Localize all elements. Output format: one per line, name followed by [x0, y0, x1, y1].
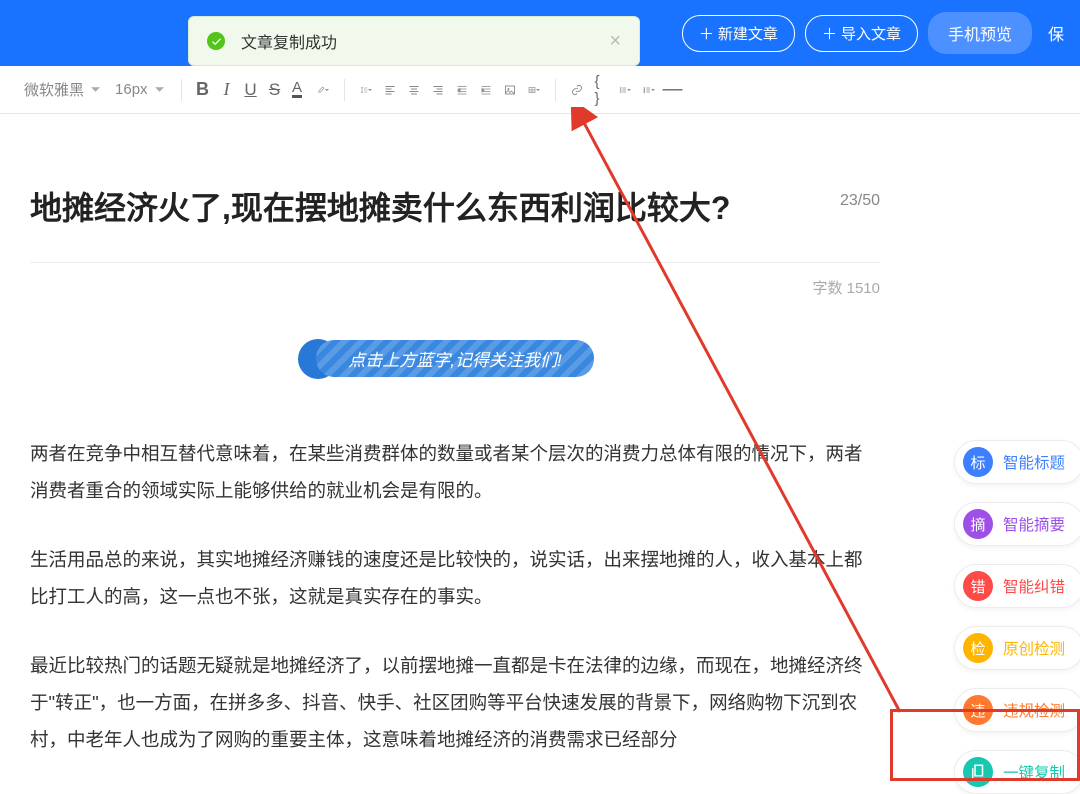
image-icon[interactable] — [499, 79, 521, 101]
check-tag-icon: 检 — [963, 633, 993, 663]
unordered-list-icon[interactable] — [614, 79, 636, 101]
smart-correct-button[interactable]: 错智能纠错 — [954, 564, 1080, 608]
line-height-icon[interactable] — [355, 79, 377, 101]
font-family-select[interactable]: 微软雅黑 — [18, 79, 107, 100]
code-icon[interactable]: { } — [590, 79, 612, 101]
table-icon[interactable] — [523, 79, 545, 101]
font-size-select[interactable]: 16px — [109, 81, 171, 98]
title-tag-icon: 标 — [963, 447, 993, 477]
align-left-icon[interactable] — [379, 79, 401, 101]
save-button[interactable]: 保 — [1042, 12, 1070, 54]
editor-canvas[interactable]: 地摊经济火了,现在摆地摊卖什么东西利润比较大? 23/50 字数 1510 点击… — [0, 114, 1080, 758]
ordered-list-icon[interactable]: 123 — [638, 79, 660, 101]
plus-icon: ＋ — [699, 23, 714, 44]
correct-tag-icon: 错 — [963, 571, 993, 601]
toast-message: 文章复制成功 — [241, 29, 337, 53]
align-center-icon[interactable] — [403, 79, 425, 101]
plus-icon: ＋ — [822, 23, 837, 44]
smart-summary-button[interactable]: 摘智能摘要 — [954, 502, 1080, 546]
paragraph[interactable]: 最近比较热门的话题无疑就是地摊经济了，以前摆地摊一直都是卡在法律的边缘，而现在，… — [30, 647, 880, 758]
success-toast: 文章复制成功 × — [188, 16, 640, 66]
paragraph[interactable]: 生活用品总的来说，其实地摊经济赚钱的速度还是比较快的，说实话，出来摆地摊的人，收… — [30, 541, 880, 615]
paragraph[interactable]: 两者在竞争中相互替代意味着，在某些消费群体的数量或者某个层次的消费力总体有限的情… — [30, 435, 880, 509]
link-icon[interactable] — [566, 79, 588, 101]
new-article-button[interactable]: ＋新建文章 — [682, 15, 795, 52]
svg-text:3: 3 — [643, 92, 645, 94]
mobile-preview-button[interactable]: 手机预览 — [928, 12, 1032, 54]
font-color-icon[interactable]: A — [288, 79, 310, 101]
align-right-icon[interactable] — [427, 79, 449, 101]
indent-increase-icon[interactable] — [475, 79, 497, 101]
success-icon — [207, 32, 225, 50]
banner-text: 点击上方蓝字,记得关注我们! — [316, 340, 593, 377]
highlight-icon[interactable] — [312, 79, 334, 101]
annotation-highlight-box — [890, 709, 1080, 781]
horizontal-rule-icon[interactable]: — — [662, 79, 684, 101]
import-article-button[interactable]: ＋导入文章 — [805, 15, 918, 52]
underline-icon[interactable]: U — [240, 79, 262, 101]
title-char-count: 23/50 — [840, 184, 880, 210]
bold-icon[interactable]: B — [192, 79, 214, 101]
word-count: 字数 1510 — [30, 277, 880, 298]
article-title[interactable]: 地摊经济火了,现在摆地摊卖什么东西利润比较大? — [30, 184, 810, 232]
original-check-button[interactable]: 检原创检测 — [954, 626, 1080, 670]
summary-tag-icon: 摘 — [963, 509, 993, 539]
strikethrough-icon[interactable]: S — [264, 79, 286, 101]
banner-block: 点击上方蓝字,记得关注我们! — [30, 340, 880, 377]
editor-toolbar: 微软雅黑 16px B I U S A { } 123 — — [0, 66, 1080, 114]
indent-decrease-icon[interactable] — [451, 79, 473, 101]
italic-icon[interactable]: I — [216, 79, 238, 101]
title-divider — [30, 262, 880, 263]
close-icon[interactable]: × — [609, 30, 621, 53]
smart-title-button[interactable]: 标智能标题 — [954, 440, 1080, 484]
